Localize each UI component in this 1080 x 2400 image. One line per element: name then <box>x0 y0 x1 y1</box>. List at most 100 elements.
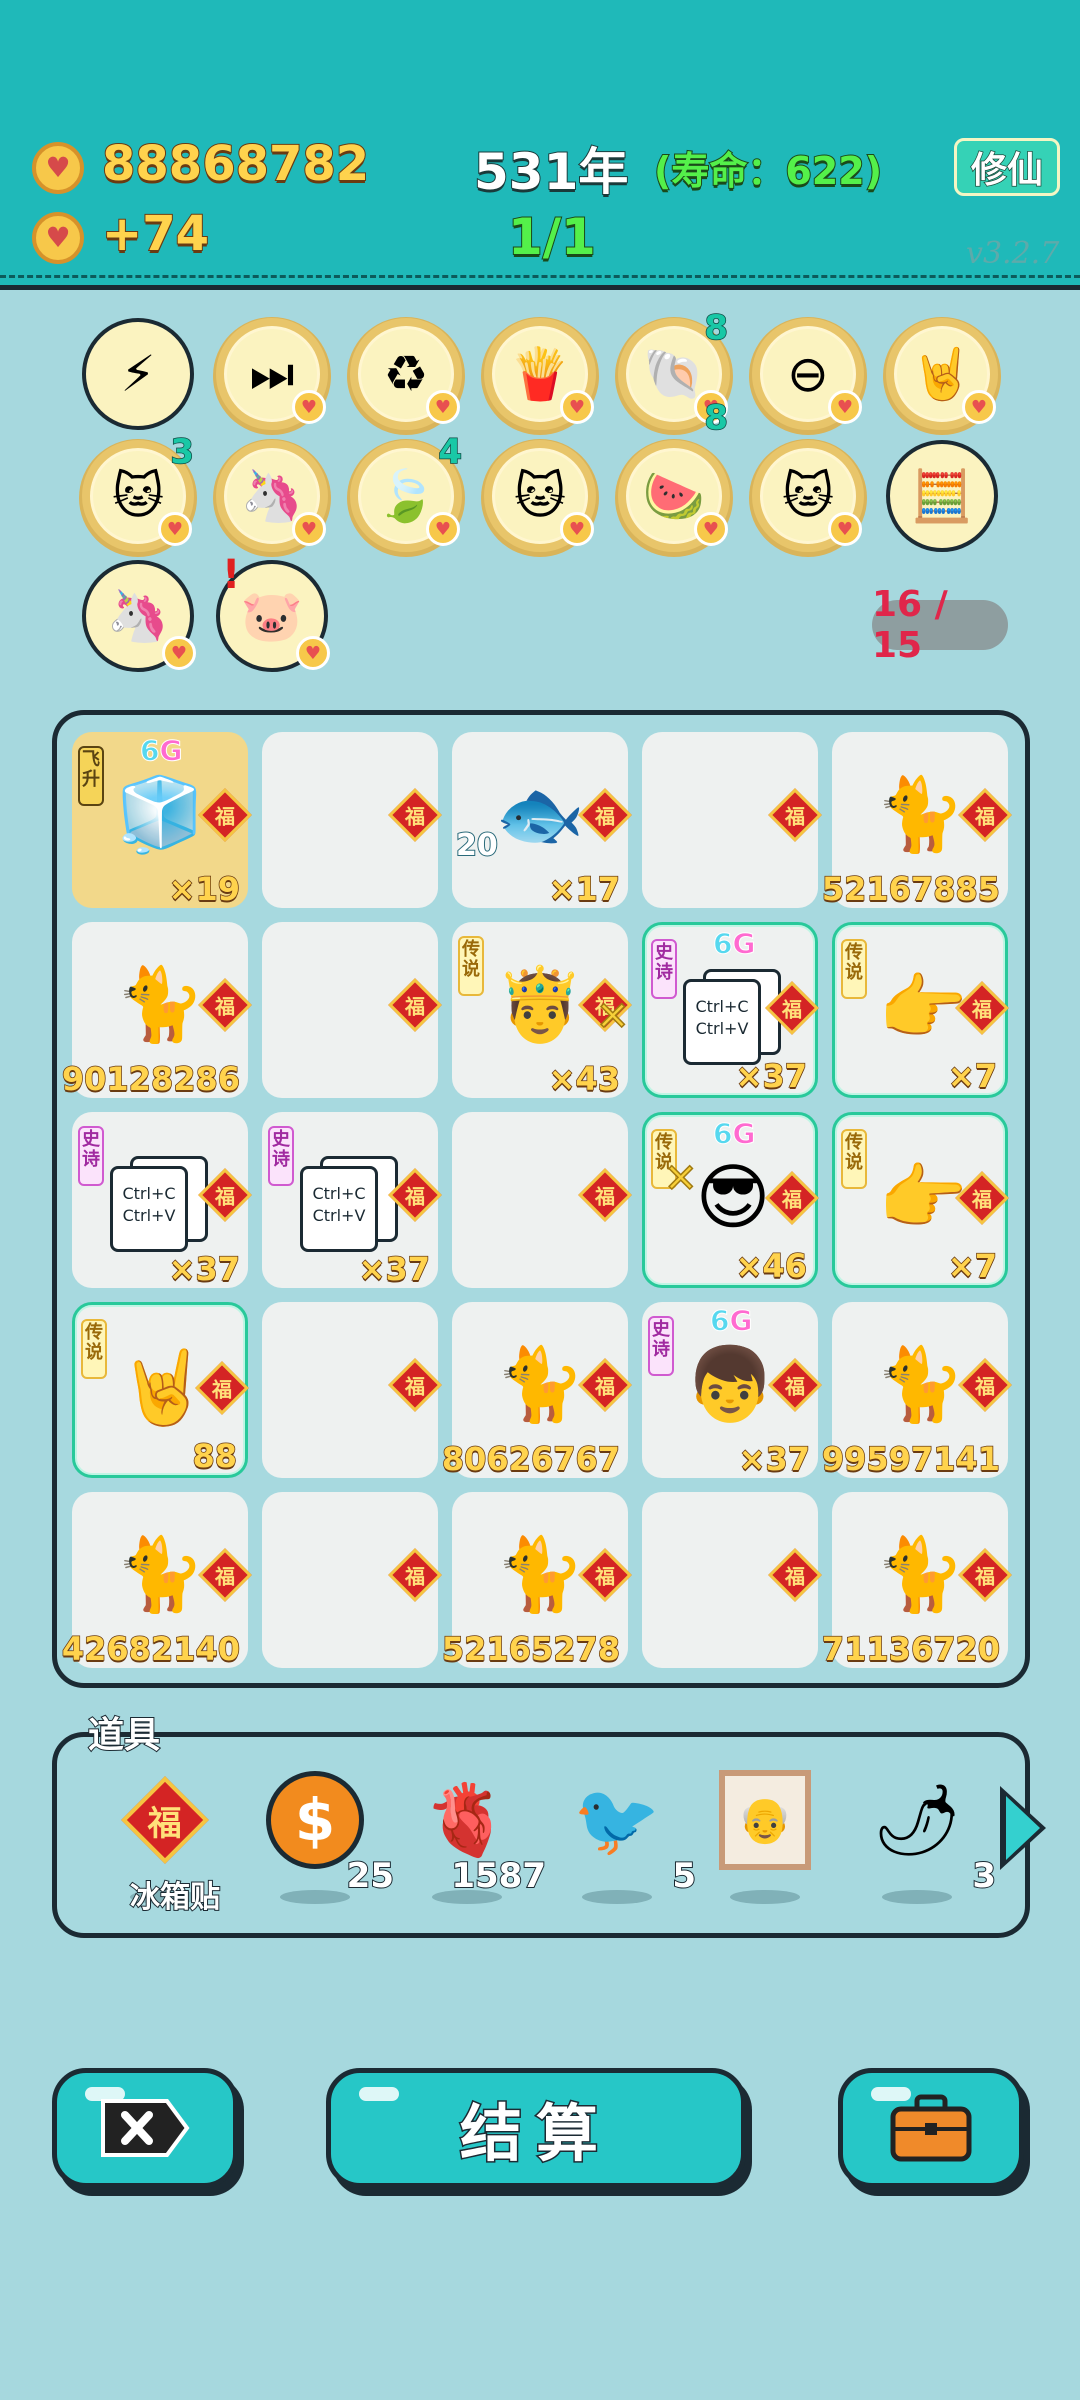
fu-charm-icon: 福 <box>768 1548 822 1602</box>
cat-icon: 🐈 <box>875 771 965 856</box>
heart-badge-icon: ♥ <box>292 512 326 546</box>
unicorn-icon[interactable]: 🦄 ♥ <box>216 440 328 552</box>
dollar-coin-icon: $ <box>260 1770 370 1870</box>
item-side-number: 20 <box>455 827 499 864</box>
fruit-basket-icon[interactable]: 🍉 ♥ <box>618 440 730 552</box>
fu-charm-icon: 福 <box>388 1358 442 1412</box>
board-cell-ctrl-cv[interactable]: Ctrl+C Ctrl+V 福史诗 6G ×37 <box>642 922 819 1098</box>
tool-dollar-coin[interactable]: $25 <box>250 1770 395 1904</box>
board-cell-cat[interactable]: 🐈 福 52167885 <box>821 732 1012 909</box>
tool-count: 5 <box>671 1855 697 1897</box>
board-cell-cat[interactable]: 🐈 福 42682140 <box>61 1492 252 1669</box>
red-cap-boy-icon: 👦 <box>685 1341 775 1426</box>
tool-liver[interactable]: 🫀 1587 <box>402 1770 547 1904</box>
board-cell-cat[interactable]: 🐈 福 80626767 <box>441 1302 632 1479</box>
skip-end-icon[interactable]: ⏭ ♥ <box>216 318 328 430</box>
rarity-tag: 传说 <box>81 1319 107 1379</box>
twin-cats-icon[interactable]: 🐱 ♥ <box>484 440 596 552</box>
tool-fu-sticker[interactable]: 福冰箱贴 <box>100 1770 230 1916</box>
round-progress: 1/1 <box>507 207 597 267</box>
heart-badge-icon: ♥ <box>296 636 330 670</box>
item-count: ×7 <box>947 1246 998 1286</box>
item-shadow <box>582 1890 652 1904</box>
board-cell-cat[interactable]: 🐈 福 52165278 <box>441 1492 632 1669</box>
rarity-tag: 史诗 <box>651 939 677 999</box>
board-cell-empty[interactable]: 福 <box>642 732 822 908</box>
board-cell-empty[interactable]: 福 <box>642 1492 822 1668</box>
lightning-icon[interactable]: ⚡ <box>82 318 194 430</box>
tool-count: 1587 <box>450 1855 547 1897</box>
king-face-icon: 🤴 <box>495 961 585 1046</box>
board-cell-empty[interactable]: 福 <box>262 1302 442 1478</box>
heart-badge-icon: ♥ <box>292 390 326 424</box>
board-cell-empty[interactable]: 福 <box>262 1492 442 1668</box>
item-count: ×37 <box>735 1056 808 1096</box>
fries-icon-glyph: 🍟 <box>508 344 572 403</box>
heart-badge-icon: ♥ <box>158 512 192 546</box>
math-head-icon[interactable]: 🧮 <box>886 440 998 552</box>
tool-chili-pepper[interactable]: 🌶 3 <box>852 1770 997 1904</box>
item-shadow <box>280 1890 350 1904</box>
cat-card-icon[interactable]: 🐱 ♥ 3 <box>82 431 195 552</box>
unicorn-icon-glyph: 🦄 <box>106 586 170 645</box>
board-cell-pointing-hand[interactable]: 👉 福传说 ×7 <box>832 1112 1009 1288</box>
shell-icon[interactable]: 🐚 ♥ 8 8 <box>618 307 730 439</box>
rock-hand-icon[interactable]: 🤘 ♥ <box>886 318 998 430</box>
delete-x-icon <box>101 2099 190 2157</box>
board-cell-ctrl-cv[interactable]: Ctrl+C Ctrl+V 福史诗 ×37 <box>72 1112 252 1289</box>
cross-marker-icon: ✕ <box>663 1155 698 1203</box>
settle-label: 结算 <box>458 2096 612 2172</box>
rarity-tag: 史诗 <box>78 1126 104 1186</box>
heart-badge-icon: ♥ <box>962 390 996 424</box>
board-cell-empty[interactable]: 福 <box>452 1112 632 1288</box>
heart-badge-icon: ♥ <box>828 390 862 424</box>
board-cell-empty[interactable]: 福 <box>262 922 442 1098</box>
fries-icon[interactable]: 🍟 ♥ <box>484 318 596 430</box>
leaf-icon[interactable]: 🍃 ♥ 4 <box>350 431 463 552</box>
item-count: ×19 <box>168 869 241 909</box>
board-cell-red-cap-boy[interactable]: 👦 福史诗 6G ×37 <box>642 1302 822 1479</box>
recycle-icon[interactable]: ♻ ♥ <box>350 318 462 430</box>
tools-next-arrow-icon[interactable] <box>1000 1786 1046 1870</box>
board-cell-rock-hand[interactable]: 🤘 福传说 88 <box>72 1302 249 1478</box>
tool-count: 25 <box>346 1855 395 1897</box>
tool-white-bird[interactable]: 🐦 5 <box>552 1770 697 1904</box>
relic-count: 3 <box>170 431 195 473</box>
board-cell-fish[interactable]: 🐟 福 20 ×17 <box>452 732 632 909</box>
board-cell-fridge[interactable]: 🧊 福飞升 6G ×19 <box>72 732 252 909</box>
board-cell-ctrl-cv[interactable]: Ctrl+C Ctrl+V 福史诗 ×37 <box>262 1112 442 1289</box>
rarity-tag: 飞升 <box>78 746 104 806</box>
item-count: 90128286 <box>61 1059 241 1099</box>
cross-marker-icon: ✕ <box>595 993 630 1041</box>
tool-count: 3 <box>971 1855 997 1897</box>
inventory-button[interactable] <box>838 2068 1024 2188</box>
item-count: ×46 <box>735 1246 808 1286</box>
fridge-icon: 🧊 <box>115 771 205 856</box>
shell-icon-glyph: 🐚 <box>642 344 706 403</box>
recycle-icon-glyph: ♻ <box>383 345 429 403</box>
board-cell-cat[interactable]: 🐈 福 99597141 <box>821 1302 1012 1479</box>
cat-icon: 🐈 <box>875 1341 965 1426</box>
board-cell-pointing-hand[interactable]: 👉 福传说 ×7 <box>832 922 1009 1098</box>
lifespan-label: (寿命：622) <box>653 148 883 194</box>
briefcase-icon <box>890 2094 972 2162</box>
board-cell-tabby-cat[interactable]: 🐈 福 90128286 <box>61 922 252 1099</box>
rock-hand-icon-glyph: 🤘 <box>910 344 974 403</box>
unicorn-icon[interactable]: 🦄 ♥ <box>82 560 196 672</box>
close-button[interactable] <box>52 2068 238 2188</box>
cat-icon: 🐈 <box>875 1531 965 1616</box>
tool-portrait-frame[interactable]: 👴 <box>700 1770 830 1904</box>
board-cell-cat[interactable]: 🐈 福 71136720 <box>821 1492 1012 1669</box>
item-count: 71136720 <box>821 1629 1001 1669</box>
rarity-tag: 传说 <box>458 936 484 996</box>
settle-button[interactable]: 结算 <box>326 2068 746 2188</box>
cultivate-button[interactable]: 修仙 <box>954 138 1060 196</box>
minus-circle-icon[interactable]: ⊖ ♥ <box>752 318 864 430</box>
cat-card-icon-glyph: 🐱 <box>111 467 165 525</box>
board-cell-empty[interactable]: 福 <box>262 732 442 908</box>
coin-icon: ♥ <box>32 142 84 194</box>
cat-icon: 🐈 <box>495 1341 585 1426</box>
twin-cats-icon[interactable]: 🐱 ♥ <box>752 440 864 552</box>
relic-counter: 16 / 15 <box>872 584 1008 666</box>
heart-badge-icon: ♥ <box>426 512 460 546</box>
